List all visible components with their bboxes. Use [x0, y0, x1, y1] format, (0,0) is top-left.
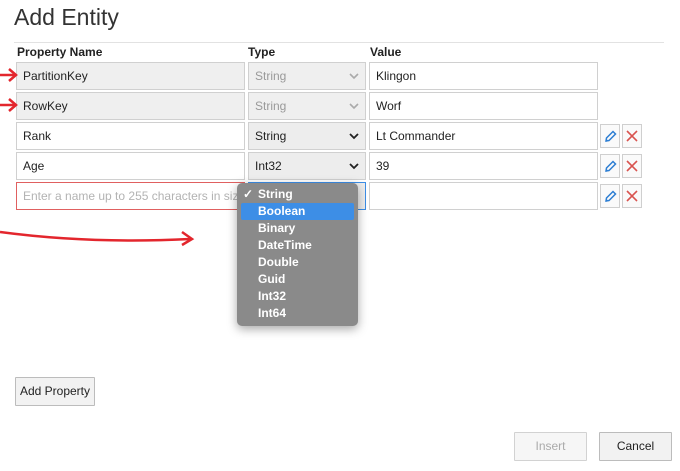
type-select: String: [248, 62, 366, 90]
delete-button[interactable]: [622, 154, 642, 178]
dropdown-option-binary[interactable]: Binary: [237, 220, 358, 237]
value-field[interactable]: Lt Commander: [369, 122, 598, 150]
edit-button[interactable]: [600, 184, 620, 208]
property-name-field[interactable]: Rank: [16, 122, 245, 150]
chevron-down-icon: [349, 103, 359, 110]
dropdown-option-datetime[interactable]: DateTime: [237, 237, 358, 254]
delete-button[interactable]: [622, 184, 642, 208]
close-icon: [626, 160, 638, 172]
insert-button[interactable]: Insert: [514, 432, 587, 461]
property-name-field: RowKey: [16, 92, 245, 120]
pencil-icon: [605, 160, 617, 172]
annotation-arrow-icon: [0, 230, 195, 247]
property-name-field[interactable]: Age: [16, 152, 245, 180]
dropdown-option-double[interactable]: Double: [237, 254, 358, 271]
type-select-value: String: [255, 69, 287, 83]
chevron-down-icon: [349, 133, 359, 140]
value-field[interactable]: 39: [369, 152, 598, 180]
annotation-arrow-icon: [0, 68, 18, 82]
property-row-rowkey: RowKey String Worf: [0, 92, 680, 120]
column-header-property-name: Property Name: [17, 45, 103, 59]
type-select: String: [248, 92, 366, 120]
dropdown-option-boolean[interactable]: Boolean: [241, 203, 354, 220]
edit-button[interactable]: [600, 124, 620, 148]
chevron-down-icon: [349, 73, 359, 80]
dialog-title: Add Entity: [14, 4, 119, 30]
chevron-down-icon: [349, 163, 359, 170]
delete-button[interactable]: [622, 124, 642, 148]
dropdown-option-string[interactable]: ✓ String: [237, 186, 358, 203]
property-row-age: Age Int32 39: [0, 152, 680, 180]
value-field[interactable]: Klingon: [369, 62, 598, 90]
edit-button[interactable]: [600, 154, 620, 178]
property-row-partitionkey: PartitionKey String Klingon: [0, 62, 680, 90]
add-property-button[interactable]: Add Property: [15, 377, 95, 406]
dropdown-option-int64[interactable]: Int64: [237, 305, 358, 322]
type-select-value: String: [255, 99, 287, 113]
type-dropdown-menu: ✓ String Boolean Binary DateTime Double …: [237, 183, 358, 326]
title-divider: [14, 42, 664, 43]
pencil-icon: [605, 190, 617, 202]
close-icon: [626, 190, 638, 202]
column-header-value: Value: [370, 45, 402, 59]
dropdown-option-int32[interactable]: Int32: [237, 288, 358, 305]
close-icon: [626, 130, 638, 142]
property-name-field: PartitionKey: [16, 62, 245, 90]
column-header-type: Type: [248, 45, 276, 59]
dropdown-option-guid[interactable]: Guid: [237, 271, 358, 288]
type-select-value: String: [255, 129, 287, 143]
value-field[interactable]: [369, 182, 598, 210]
type-select[interactable]: String: [248, 122, 366, 150]
property-name-input[interactable]: Enter a name up to 255 characters in siz…: [16, 182, 245, 210]
property-row-rank: Rank String Lt Commander: [0, 122, 680, 150]
checkmark-icon: ✓: [243, 187, 254, 201]
pencil-icon: [605, 130, 617, 142]
type-select[interactable]: Int32: [248, 152, 366, 180]
annotation-arrow-icon: [0, 98, 18, 112]
type-select-value: Int32: [255, 159, 282, 173]
value-field[interactable]: Worf: [369, 92, 598, 120]
cancel-button[interactable]: Cancel: [599, 432, 672, 461]
